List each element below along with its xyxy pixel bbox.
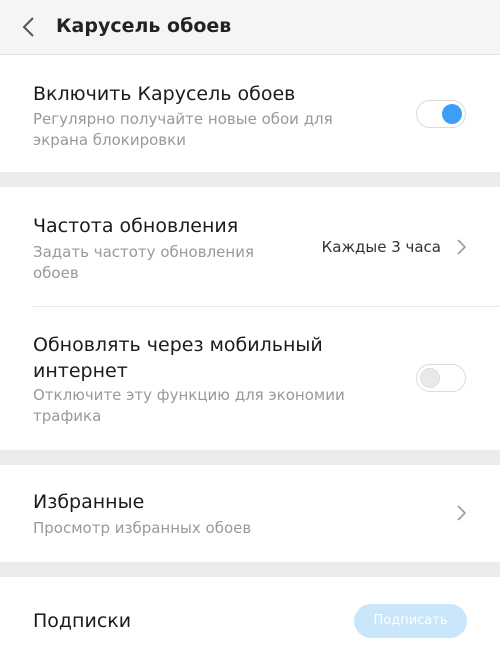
toggle-knob — [442, 104, 462, 124]
page-title: Карусель обоев — [56, 15, 232, 37]
chevron-right-icon — [457, 239, 467, 255]
chevron-right-icon — [457, 505, 467, 521]
divider — [33, 306, 500, 307]
chevron-left-icon[interactable] — [14, 12, 44, 42]
favorites-title: Избранные — [33, 491, 145, 513]
settings-section: Частота обновления Задать частоту обновл… — [0, 187, 500, 450]
mobile-data-title: Обновлять через мобильный интернет — [33, 334, 323, 382]
update-frequency-subtitle: Задать частоту обновления обоев — [33, 243, 254, 282]
update-frequency-value: Каждые 3 часа — [321, 238, 441, 256]
mobile-data-subtitle: Отключите эту функцию для экономии трафи… — [33, 386, 345, 425]
subscribe-button[interactable]: Подписать — [354, 604, 467, 638]
subscriptions-title: Подписки — [33, 610, 132, 632]
toggle-knob — [420, 368, 440, 388]
update-frequency-title: Частота обновления — [33, 215, 239, 237]
carousel-section: Включить Карусель обоев Регулярно получа… — [0, 55, 500, 172]
carousel-title: Включить Карусель обоев — [33, 83, 296, 105]
favorites-subtitle: Просмотр избранных обоев — [33, 519, 252, 537]
carousel-subtitle: Регулярно получайте новые обои для экран… — [33, 110, 333, 149]
mobile-data-toggle[interactable] — [416, 364, 466, 392]
header-bar: Карусель обоев — [0, 0, 500, 55]
favorites-section[interactable]: Избранные Просмотр избранных обоев — [0, 465, 500, 562]
carousel-toggle[interactable] — [416, 100, 466, 128]
